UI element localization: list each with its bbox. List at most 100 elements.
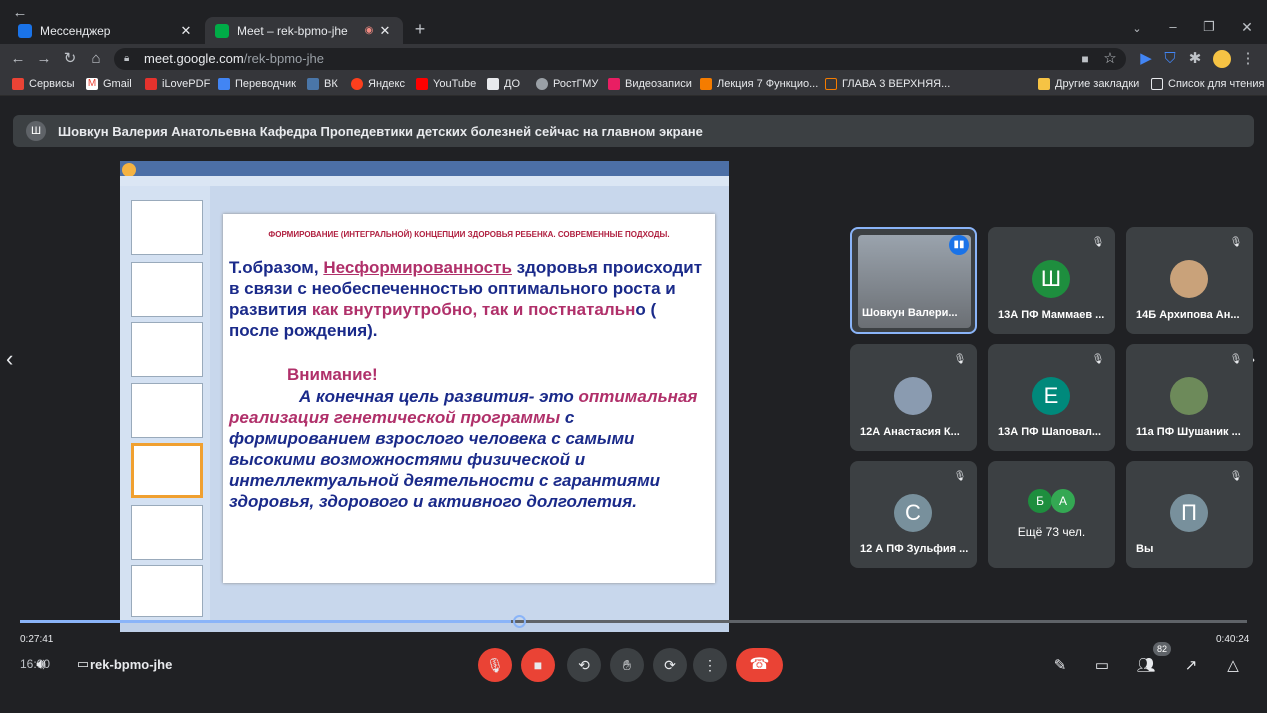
avatar: П	[1170, 494, 1208, 532]
bookmark-lecture[interactable]: Лекция 7 Функцио...	[700, 78, 818, 90]
playback-scrubber[interactable]	[20, 620, 1247, 623]
bookmark-ilovepdf[interactable]: iLovePDF	[145, 78, 210, 90]
leave-call-button[interactable]: ☎︎	[736, 648, 783, 682]
present-button[interactable]: ⟳	[653, 648, 687, 682]
mic-off-icon: 🎙︎	[1229, 237, 1243, 248]
more-participants-tile[interactable]: Б А Ещё 73 чел.	[988, 461, 1115, 568]
slide-thumbnail	[131, 565, 203, 617]
reload-button[interactable]: ↻	[60, 50, 80, 68]
powerpoint-titlebar	[120, 161, 729, 176]
avatar	[1170, 260, 1208, 298]
lock-icon: 🔒︎	[124, 53, 130, 64]
close-icon[interactable]: ✕	[377, 23, 393, 39]
raise-hand-button[interactable]: ✋︎	[610, 648, 644, 682]
bookmark-chapter[interactable]: ГЛАВА 3 ВЕРХНЯЯ...	[825, 78, 950, 90]
pen-icon[interactable]: ✎	[1049, 656, 1071, 674]
home-button[interactable]: ⌂	[86, 50, 106, 68]
info-icon[interactable]: ▭	[1091, 656, 1113, 674]
volume-icon[interactable]: 🔊︎	[30, 656, 52, 673]
slide-header: ФОРМИРОВАНИЕ (ИНТЕГРАЛЬНОЙ) КОНЦЕПЦИИ ЗД…	[268, 230, 670, 239]
participant-name: 13А ПФ Маммаев ...	[998, 309, 1105, 321]
meeting-code: rek-bpmo-jhe	[90, 657, 173, 672]
nav-back-button[interactable]: ←	[8, 50, 28, 68]
bookmark-services[interactable]: Сервисы	[12, 78, 75, 90]
more-participants-label: Ещё 73 чел.	[1017, 525, 1086, 539]
camera-toggle-button[interactable]: ■	[521, 648, 555, 682]
people-icon[interactable]: 👥︎	[1135, 656, 1157, 674]
recording-icon: ◉	[364, 25, 374, 36]
shield-icon[interactable]: ⛉	[1160, 50, 1180, 68]
participant-tile[interactable]: ▮▮ Шовкун Валери...	[850, 227, 977, 334]
slide-thumbnail	[131, 322, 203, 377]
people-count-badge: 82	[1153, 642, 1171, 656]
avatar: Ш	[26, 121, 46, 141]
close-icon[interactable]: ✕	[178, 23, 194, 39]
time-total: 0:40:24	[1216, 634, 1250, 645]
mic-off-icon: 🎙︎	[953, 471, 967, 482]
tab-search-icon[interactable]: ⌄	[1127, 20, 1147, 38]
bookmark-yandex[interactable]: Яндекс	[351, 78, 405, 90]
playback-progress	[20, 620, 511, 623]
tab-messenger[interactable]: Мессенджер ✕	[8, 17, 204, 44]
mic-off-icon: 🎙︎	[1229, 354, 1243, 365]
captions-button[interactable]: ⟲	[567, 648, 601, 682]
participant-name: 12 А ПФ Зульфия ...	[860, 543, 969, 555]
speaking-icon: ▮▮	[949, 235, 969, 255]
new-tab-button[interactable]: +	[410, 20, 430, 38]
bookmark-videos[interactable]: Видеозаписи	[608, 78, 692, 90]
bookmark-vk[interactable]: ВК	[307, 78, 338, 90]
bookmark-youtube[interactable]: YouTube	[416, 78, 476, 90]
mic-off-icon: 🎙︎	[1229, 471, 1243, 482]
participant-tile[interactable]: 🎙︎ 12А Анастасия К...	[850, 344, 977, 451]
maximize-button[interactable]: ❐	[1199, 18, 1219, 36]
slide-thumbnail	[131, 383, 203, 438]
tab-meet[interactable]: Meet – rek-bpmo-jhe ◉ ✕	[205, 17, 403, 44]
participant-tile[interactable]: 🎙︎ С 12 А ПФ Зульфия ...	[850, 461, 977, 568]
participant-tile[interactable]: 🎙︎ 11а ПФ Шушаник ...	[1126, 344, 1253, 451]
avatar: Б	[1028, 489, 1052, 513]
slide-paragraph-2: А конечная цель развития- это оптимальна…	[229, 387, 698, 511]
minimize-button[interactable]: –	[1163, 18, 1183, 36]
slide-attention: Внимание!	[287, 365, 378, 384]
nav-forward-button[interactable]: →	[34, 50, 54, 68]
meet-icon	[215, 23, 229, 38]
bookmark-translator[interactable]: Переводчик	[218, 78, 296, 90]
bookmark-gmail[interactable]: M Gmail	[86, 78, 132, 90]
activities-icon[interactable]: △	[1222, 656, 1244, 674]
extension-icon[interactable]: ▶	[1136, 50, 1156, 68]
participant-tile[interactable]: 🎙︎ Е 13А ПФ Шаповал...	[988, 344, 1115, 451]
scrubber-handle[interactable]	[513, 615, 526, 628]
mic-off-icon: 🎙︎	[1091, 354, 1105, 365]
bookmark-reading-list[interactable]: Список для чтения	[1151, 78, 1264, 90]
address-bar[interactable]: 🔒︎ meet.google.com/rek-bpmo-jhe	[114, 48, 1126, 70]
window-close-button[interactable]: ✕	[1237, 18, 1257, 36]
participant-name: 12А Анастасия К...	[860, 426, 960, 438]
mic-toggle-button[interactable]: 🎙︎	[478, 648, 512, 682]
bookmark-star-icon[interactable]: ☆	[1100, 50, 1120, 68]
slide-thumbnail-selected	[131, 443, 203, 498]
chevron-left-icon[interactable]: ‹	[6, 346, 13, 372]
menu-dots-icon[interactable]: ⋮	[1238, 50, 1258, 68]
profile-avatar[interactable]	[1213, 50, 1231, 68]
extensions-puzzle-icon[interactable]: ✱	[1185, 50, 1205, 68]
bookmark-rostgmu[interactable]: РостГМУ	[536, 78, 598, 90]
powerpoint-ribbon	[120, 176, 729, 186]
office-button-icon	[122, 163, 136, 177]
participant-tile[interactable]: 🎙︎ 14Б Архипова Ан...	[1126, 227, 1253, 334]
bookmark-do[interactable]: ДО	[487, 78, 520, 90]
camera-icon[interactable]: ■	[1075, 50, 1095, 68]
avatar	[894, 377, 932, 415]
avatar	[1170, 377, 1208, 415]
chat-icon[interactable]: ↗	[1180, 656, 1202, 674]
avatar: А	[1051, 489, 1075, 513]
participant-name: Вы	[1136, 543, 1154, 555]
avatar: Ш	[1032, 260, 1070, 298]
more-options-button[interactable]: ⋮	[693, 648, 727, 682]
presenter-banner: Ш Шовкун Валерия Анатольевна Кафедра Про…	[13, 115, 1254, 147]
powerpoint-statusbar	[120, 622, 729, 632]
participant-tile-self[interactable]: 🎙︎ П Вы	[1126, 461, 1253, 568]
bookmark-other[interactable]: Другие закладки	[1038, 78, 1139, 90]
slide-thumbnail	[131, 200, 203, 255]
participant-tile[interactable]: 🎙︎ Ш 13А ПФ Маммаев ...	[988, 227, 1115, 334]
participant-name: Шовкун Валери...	[862, 307, 958, 319]
